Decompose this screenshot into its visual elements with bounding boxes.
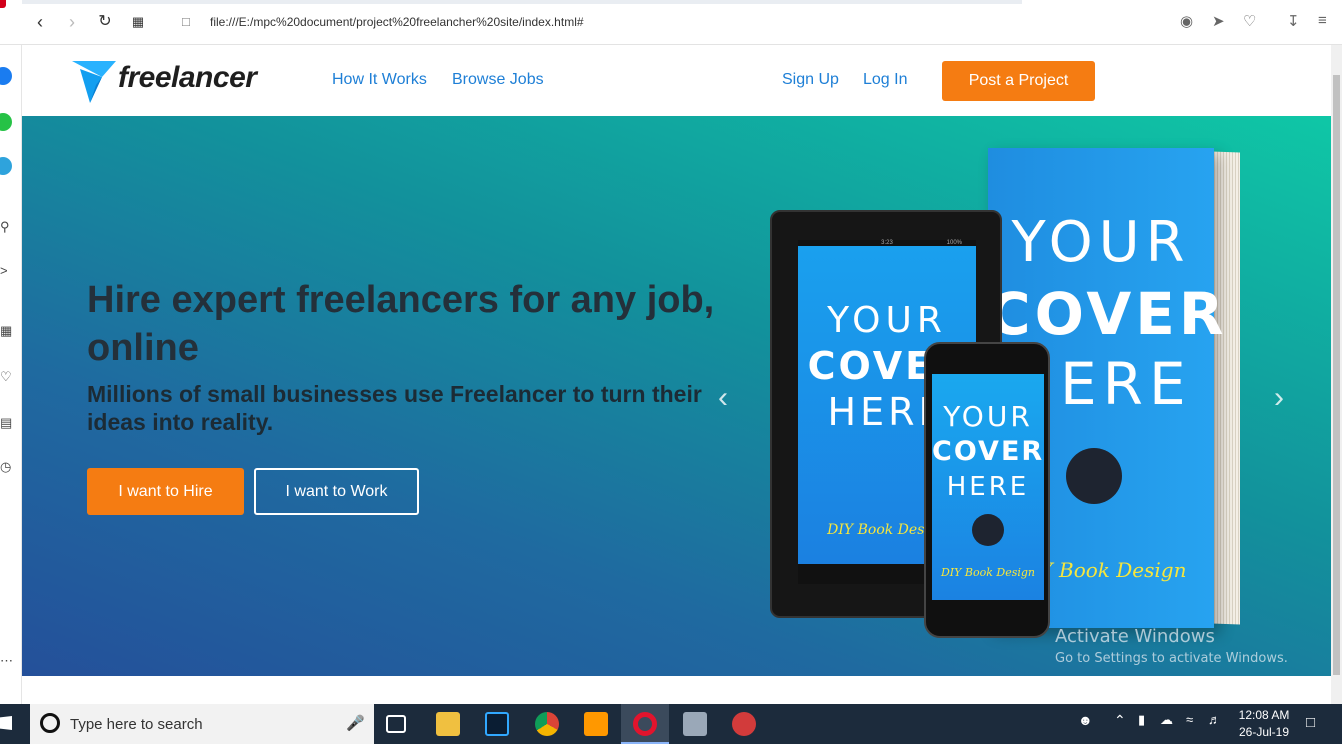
activate-windows-watermark: Activate Windows Go to Settings to activ…: [1055, 626, 1288, 666]
opera-accent: [0, 0, 6, 8]
hero-banner: Hire expert freelancers for any job, onl…: [22, 116, 1331, 676]
chrome-icon[interactable]: [535, 712, 559, 736]
battery-icon[interactable]: ▮: [1138, 712, 1145, 728]
volume-icon[interactable]: ♬: [1208, 712, 1221, 727]
nav-log-in[interactable]: Log In: [863, 71, 907, 89]
clock[interactable]: 12:08 AM 26-Jul-19: [1234, 708, 1294, 739]
hire-button[interactable]: I want to Hire: [87, 468, 244, 515]
speed-dial-icon[interactable]: ▦: [128, 12, 148, 32]
url-text[interactable]: file:///E:/mpc%20document/project%20free…: [210, 15, 584, 29]
phone-screen: YOUR COVER HERE DIY Book Design: [932, 374, 1044, 600]
cortana-icon: [40, 713, 60, 733]
phone-badge-icon: [972, 514, 1004, 546]
nav-sign-up[interactable]: Sign Up: [782, 71, 839, 89]
post-project-button[interactable]: Post a Project: [942, 61, 1095, 101]
carousel-next-icon[interactable]: ›: [1274, 381, 1284, 415]
camera-icon[interactable]: ◉: [1180, 12, 1193, 30]
telegram-icon[interactable]: [0, 157, 12, 175]
menu-icon[interactable]: ≡: [1318, 12, 1327, 29]
heart-icon[interactable]: ♡: [0, 369, 12, 385]
wifi-icon[interactable]: ≈: [1186, 712, 1193, 727]
nav-how-it-works[interactable]: How It Works: [332, 71, 427, 89]
send-icon[interactable]: ➤: [1212, 12, 1225, 30]
news-icon[interactable]: ▤: [0, 415, 12, 431]
clock-time: 12:08 AM: [1238, 708, 1290, 722]
book-badge-icon: [1066, 448, 1122, 504]
scrollbar[interactable]: [1331, 45, 1342, 704]
activate-title: Activate Windows: [1055, 626, 1215, 647]
book-pages: [1212, 151, 1240, 625]
tablet-cover-line1: YOUR: [827, 300, 947, 341]
phone-cover-line3: HERE: [946, 472, 1030, 502]
windows-start-icon[interactable]: [0, 716, 12, 730]
people-icon[interactable]: ☻: [1078, 712, 1093, 728]
tray-chevron-icon[interactable]: ⌃: [1114, 712, 1126, 729]
scroll-thumb[interactable]: [1333, 75, 1340, 675]
control-panel-icon[interactable]: [683, 712, 707, 736]
book-cover-line2: COVER: [988, 280, 1228, 348]
history-icon[interactable]: ◷: [0, 459, 11, 475]
clock-date: 26-Jul-19: [1238, 725, 1290, 739]
sublime-text-icon[interactable]: [584, 712, 608, 736]
phone-image: YOUR COVER HERE DIY Book Design: [924, 342, 1050, 638]
site-header: freelancer How It Works Browse Jobs Sign…: [22, 45, 1331, 116]
download-icon[interactable]: ↧: [1287, 12, 1300, 30]
browser-toolbar: ‹ › ↻ ▦ □ file:///E:/mpc%20document/proj…: [0, 0, 1342, 45]
hero-subtitle: Millions of small businesses use Freelan…: [87, 381, 702, 435]
carousel-prev-icon[interactable]: ‹: [718, 381, 728, 415]
address-bar[interactable]: □ file:///E:/mpc%20document/project%20fr…: [178, 12, 1138, 34]
speed-dial-icon[interactable]: ▦: [0, 323, 12, 339]
opera-icon: [633, 712, 657, 736]
phone-cover-line1: YOUR: [943, 400, 1033, 433]
nav-browse-jobs[interactable]: Browse Jobs: [452, 71, 544, 89]
activate-subtitle: Go to Settings to activate Windows.: [1055, 651, 1288, 666]
forward-icon[interactable]: ›: [62, 12, 82, 32]
paint-icon[interactable]: [732, 712, 756, 736]
search-icon[interactable]: ⚲: [0, 219, 10, 235]
photoshop-icon[interactable]: [485, 712, 509, 736]
hero-title: Hire expert freelancers for any job, onl…: [87, 279, 715, 369]
reload-icon[interactable]: ↻: [95, 12, 115, 32]
search-placeholder[interactable]: Type here to search: [70, 716, 203, 733]
heart-icon[interactable]: ♡: [1243, 12, 1256, 30]
phone-cover-line2: COVER: [932, 436, 1045, 467]
logo-text[interactable]: freelancer: [118, 61, 257, 95]
messenger-icon[interactable]: [0, 67, 12, 85]
freelancer-bird-icon[interactable]: [72, 55, 116, 105]
onedrive-icon[interactable]: ☁: [1160, 712, 1173, 728]
page-icon: □: [182, 14, 190, 29]
file-explorer-icon[interactable]: [436, 712, 460, 736]
work-button[interactable]: I want to Work: [254, 468, 419, 515]
whatsapp-icon[interactable]: [0, 113, 12, 131]
task-view-icon[interactable]: [386, 715, 406, 733]
tab-strip: [22, 0, 1022, 4]
phone-brand: DIY Book Design: [940, 566, 1036, 579]
back-icon[interactable]: ‹: [30, 12, 50, 32]
taskbar-search[interactable]: Type here to search 🎤: [30, 704, 374, 744]
opera-taskbar-item[interactable]: [621, 704, 669, 744]
windows-taskbar: Type here to search 🎤 ☻ ⌃ ▮ ☁ ≈ ♬ 12:08 …: [0, 704, 1342, 744]
microphone-icon[interactable]: 🎤: [346, 714, 365, 732]
book-cover-line1: YOUR: [1011, 210, 1191, 275]
browser-sidebar: ⚲ > ▦ ♡ ▤ ◷ ⋯: [0, 45, 22, 704]
send-icon[interactable]: >: [0, 263, 8, 278]
notifications-icon[interactable]: □: [1306, 714, 1315, 731]
more-icon[interactable]: ⋯: [0, 653, 13, 669]
